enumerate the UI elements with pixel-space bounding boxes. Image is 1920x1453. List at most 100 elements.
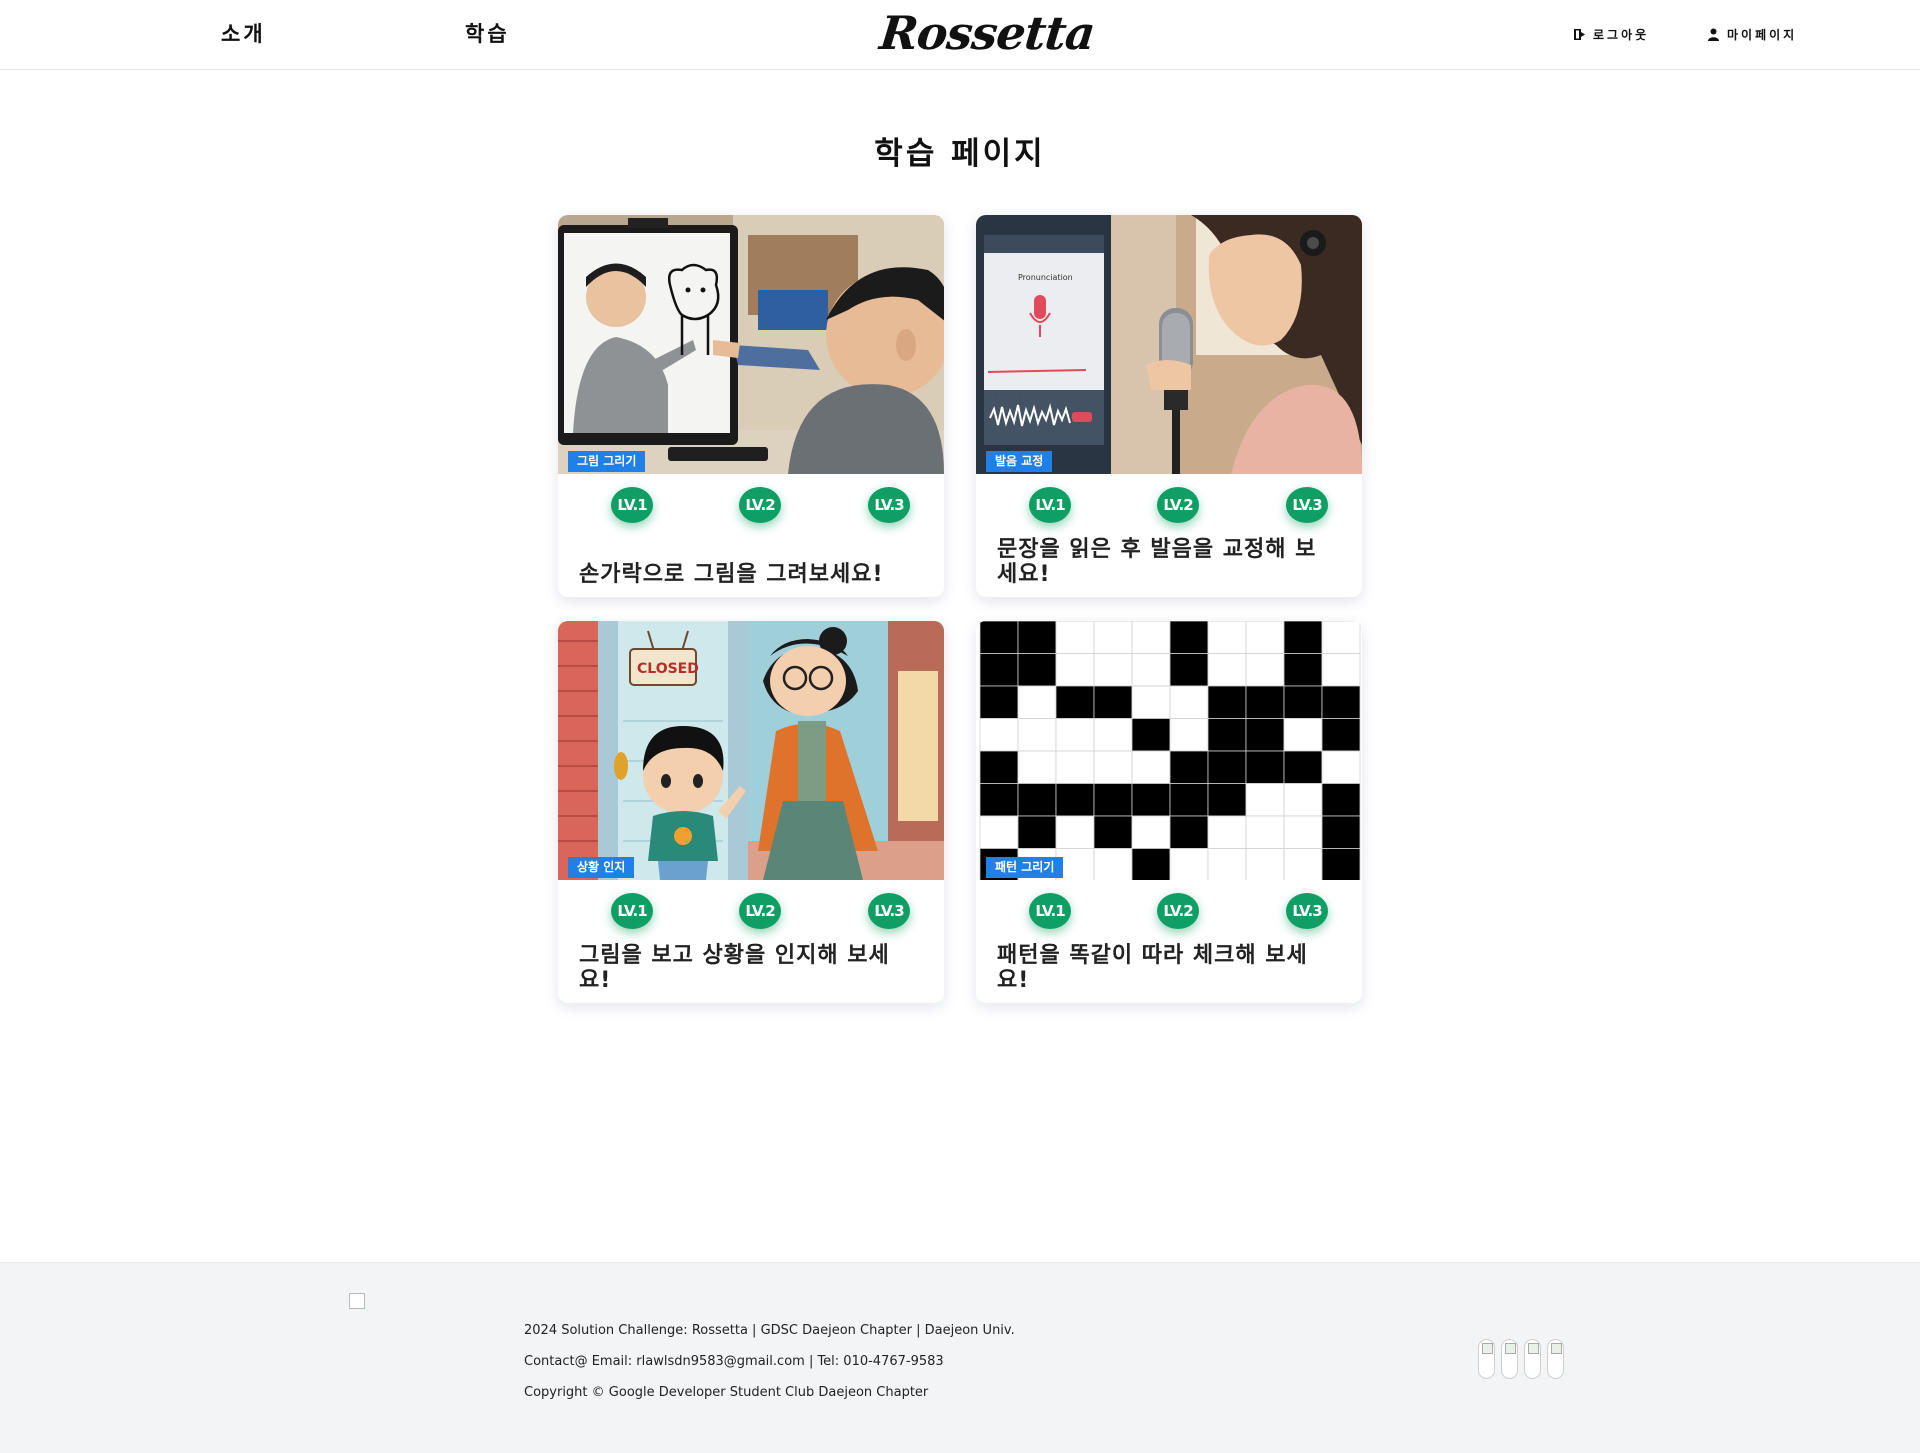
level-1-button[interactable]: LV.1 [1029, 893, 1071, 929]
nav-intro-link[interactable]: 소개 [221, 18, 266, 48]
pattern-cell [1131, 815, 1171, 849]
pattern-cell [1093, 848, 1133, 880]
pattern-cell [1169, 783, 1209, 817]
closed-sign-text: CLOSED [637, 661, 699, 677]
logout-button[interactable]: 로그아웃 [1573, 26, 1649, 43]
level-2-button[interactable]: LV.2 [1157, 487, 1199, 523]
pattern-cell [1169, 685, 1209, 719]
card-drawing-image: 그림 그리기 [558, 215, 944, 474]
pattern-cell [1321, 685, 1361, 719]
pattern-cell [1245, 783, 1285, 817]
pattern-cell [1321, 783, 1361, 817]
rossetta-logo[interactable]: Rossetta [877, 6, 1097, 60]
pattern-cell [1207, 783, 1247, 817]
card-title: 그림을 보고 상황을 인지해 보세요! [579, 943, 890, 993]
pattern-cell [1131, 685, 1171, 719]
level-2-button[interactable]: LV.2 [739, 487, 781, 523]
pattern-cell [979, 815, 1019, 849]
pattern-cell [1169, 718, 1209, 752]
pattern-cell [1055, 750, 1095, 784]
pattern-cell [1055, 783, 1095, 817]
pattern-cell [1321, 750, 1361, 784]
pattern-cell [1321, 848, 1361, 880]
pattern-cell [979, 750, 1019, 784]
pattern-cell [1283, 653, 1323, 687]
level-1-button[interactable]: LV.1 [611, 487, 653, 523]
card-pronunciation[interactable]: Pronunciation 발음 교정 LV.1 LV.2 LV.3 문장을 읽… [976, 215, 1362, 597]
card-drawing[interactable]: 그림 그리기 LV.1 LV.2 LV.3 손가락으로 그림을 그려보세요! [558, 215, 944, 597]
logout-icon [1573, 28, 1586, 41]
pattern-cell [1245, 685, 1285, 719]
level-3-button[interactable]: LV.3 [868, 893, 910, 929]
level-3-button[interactable]: LV.3 [868, 487, 910, 523]
pattern-cell [1131, 783, 1171, 817]
pattern-cell [1017, 718, 1057, 752]
pattern-cell [1245, 750, 1285, 784]
level-2-button[interactable]: LV.2 [739, 893, 781, 929]
pattern-cell [1131, 718, 1171, 752]
pattern-cell [1055, 718, 1095, 752]
nav-study-link[interactable]: 학습 [465, 18, 510, 48]
card-title: 문장을 읽은 후 발음을 교정해 보세요! [997, 537, 1317, 587]
social-link-icon[interactable] [1547, 1339, 1564, 1379]
footer-contact: Contact@ Email: rlawlsdn9583@gmail.com |… [524, 1354, 944, 1369]
footer-copyright: Copyright © Google Developer Student Clu… [524, 1385, 929, 1400]
user-icon [1707, 28, 1720, 41]
pattern-cell [1131, 621, 1171, 654]
level-group: LV.1 LV.2 LV.3 [976, 487, 1362, 523]
card-tag: 발음 교정 [986, 451, 1053, 472]
pattern-cell [1169, 848, 1209, 880]
pattern-cell [1093, 815, 1133, 849]
pattern-cell [1245, 621, 1285, 654]
card-title: 손가락으로 그림을 그려보세요! [579, 562, 884, 587]
level-3-button[interactable]: LV.3 [1286, 487, 1328, 523]
pattern-cell [1321, 815, 1361, 849]
pattern-cell [1283, 750, 1323, 784]
pattern-cell [979, 718, 1019, 752]
pattern-cell [1093, 621, 1133, 654]
pattern-cell [1017, 653, 1057, 687]
pattern-cell [1283, 685, 1323, 719]
pattern-cell [1207, 685, 1247, 719]
pattern-cell [1283, 718, 1323, 752]
pattern-cell [1055, 653, 1095, 687]
social-link-icon[interactable] [1501, 1339, 1518, 1379]
pattern-cell [1131, 653, 1171, 687]
pattern-cell [1207, 653, 1247, 687]
mypage-label: 마이페이지 [1727, 28, 1798, 42]
level-1-button[interactable]: LV.1 [1029, 487, 1071, 523]
pronunciation-screen-text: Pronunciation [1018, 273, 1073, 282]
pattern-cell [1093, 718, 1133, 752]
card-tag: 상황 인지 [568, 857, 635, 878]
pattern-cell [1245, 653, 1285, 687]
card-pattern-image: 패턴 그리기 [976, 621, 1362, 880]
pattern-cell [1283, 783, 1323, 817]
pattern-cell [1131, 848, 1171, 880]
pattern-cell [979, 621, 1019, 654]
mypage-button[interactable]: 마이페이지 [1707, 26, 1797, 43]
level-2-button[interactable]: LV.2 [1157, 893, 1199, 929]
level-1-button[interactable]: LV.1 [611, 893, 653, 929]
pattern-cell [1321, 718, 1361, 752]
pattern-cell [1283, 621, 1323, 654]
social-link-icon[interactable] [1478, 1339, 1495, 1379]
pattern-cell [1207, 718, 1247, 752]
pattern-cell [979, 653, 1019, 687]
card-situation[interactable]: CLOSED 상황 인지 LV.1 LV.2 LV.3 그림을 보고 상황을 인… [558, 621, 944, 1003]
social-link-icon[interactable] [1524, 1339, 1541, 1379]
pattern-cell [1017, 685, 1057, 719]
pattern-cell [1169, 750, 1209, 784]
pattern-cell [979, 685, 1019, 719]
card-pattern[interactable]: 패턴 그리기 LV.1 LV.2 LV.3 패턴을 똑같이 따라 체크해 보세요… [976, 621, 1362, 1003]
card-tag: 패턴 그리기 [986, 857, 1064, 878]
pattern-cell [1017, 750, 1057, 784]
level-3-button[interactable]: LV.3 [1286, 893, 1328, 929]
pattern-cell [1169, 621, 1209, 654]
pattern-cell [1093, 685, 1133, 719]
card-situation-image: CLOSED 상황 인지 [558, 621, 944, 880]
footer-logo-image [349, 1293, 365, 1309]
site-header: 소개 학습 Rossetta 로그아웃 마이페이지 [0, 0, 1920, 70]
footer-info: 2024 Solution Challenge: Rossetta | GDSC… [524, 1323, 1015, 1338]
pattern-cell [1207, 750, 1247, 784]
site-footer: 2024 Solution Challenge: Rossetta | GDSC… [0, 1262, 1920, 1453]
